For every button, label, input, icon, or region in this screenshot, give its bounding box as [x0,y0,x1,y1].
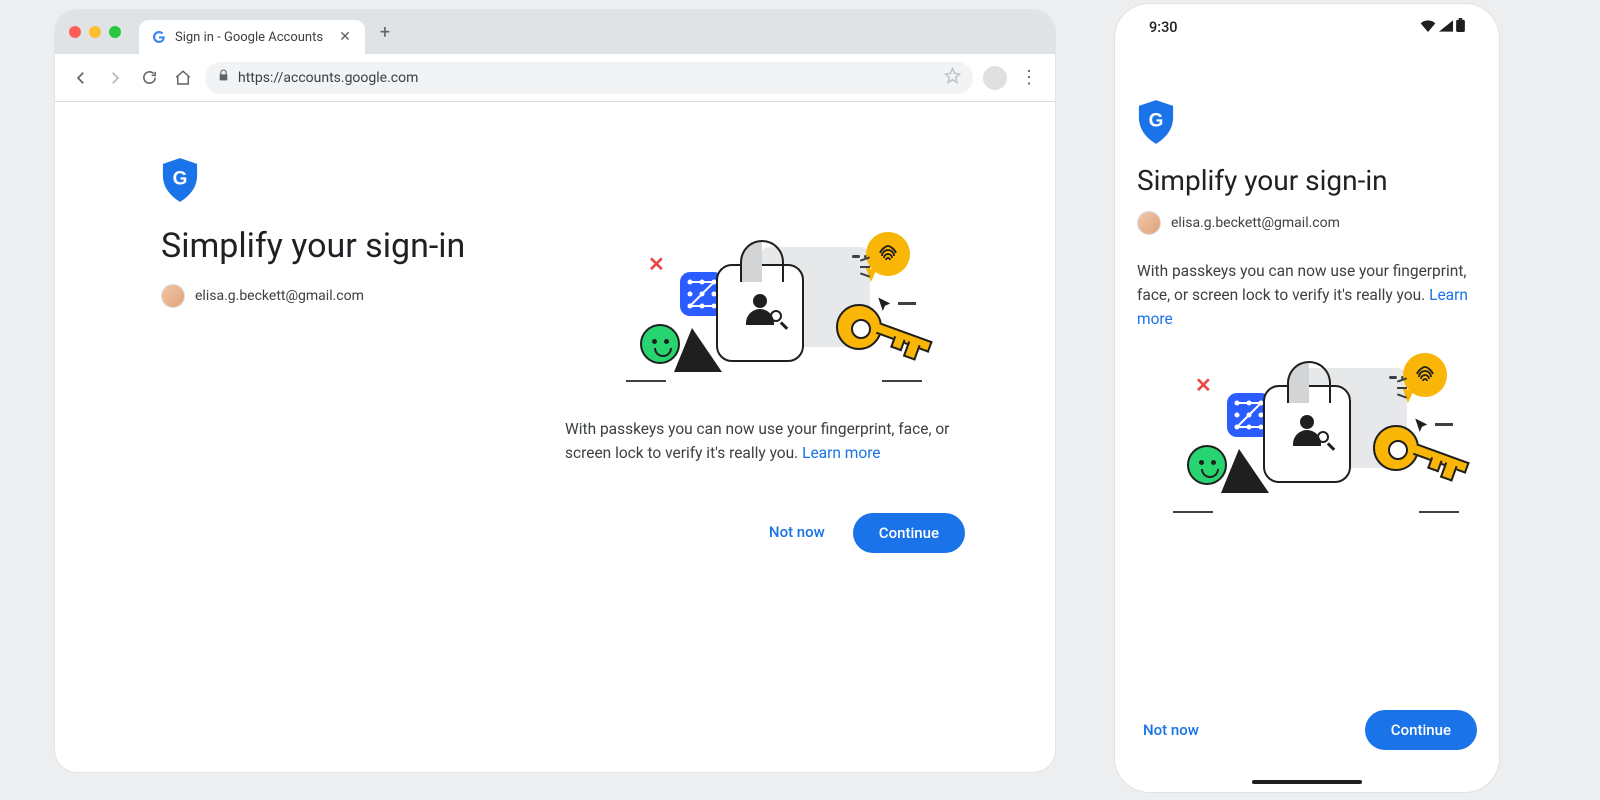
phone-frame: 9:30 G Simplify your sign-in elisa.g.bec… [1115,4,1499,792]
description-text: With passkeys you can now use your finge… [1137,259,1477,331]
google-favicon-icon [151,29,167,45]
browser-tab[interactable]: Sign in - Google Accounts ✕ [139,20,365,54]
user-avatar-icon [161,284,185,308]
continue-button[interactable]: Continue [1365,710,1477,750]
padlock-icon [1263,385,1351,483]
wifi-icon [1420,19,1436,36]
cursor-icon [1413,417,1431,439]
face-id-icon [640,324,680,364]
not-now-button[interactable]: Not now [763,513,831,553]
maximize-window-icon[interactable] [109,26,121,38]
account-email: elisa.g.beckett@gmail.com [195,288,364,304]
continue-button[interactable]: Continue [853,513,965,553]
svg-text:G: G [173,169,188,190]
passkey-illustration: ✕ [1167,363,1447,523]
right-column: ✕ [565,242,985,553]
status-bar: 9:30 [1137,4,1477,50]
profile-avatar-icon[interactable] [983,66,1007,90]
action-row: Not now Continue [1137,710,1477,750]
home-button[interactable] [171,66,195,90]
not-now-button[interactable]: Not now [1137,711,1205,749]
battery-icon [1456,18,1465,36]
new-tab-button[interactable]: + [373,20,397,44]
reload-button[interactable] [137,66,161,90]
back-button[interactable] [69,66,93,90]
browser-window: Sign in - Google Accounts ✕ + ht [55,10,1055,772]
cursor-icon [876,296,894,318]
url-text: https://accounts.google.com [238,70,936,86]
lock-icon [217,69,230,86]
address-bar[interactable]: https://accounts.google.com [205,62,973,94]
fingerprint-icon [1403,353,1447,397]
minimize-window-icon[interactable] [89,26,101,38]
forward-button[interactable] [103,66,127,90]
x-mark-icon: ✕ [648,252,665,276]
padlock-icon [716,264,804,362]
x-mark-icon: ✕ [1195,373,1212,397]
browser-menu-icon[interactable]: ⋮ [1017,66,1041,90]
user-avatar-icon [1137,211,1161,235]
status-time: 9:30 [1149,19,1178,36]
cellular-icon [1439,19,1453,36]
tab-title: Sign in - Google Accounts [175,30,329,45]
account-email: elisa.g.beckett@gmail.com [1171,215,1340,231]
action-row: Not now Continue [565,513,985,553]
face-id-icon [1187,445,1227,485]
page-headline: Simplify your sign-in [1137,164,1477,197]
learn-more-link[interactable]: Learn more [802,444,880,462]
description-text: With passkeys you can now use your finge… [565,417,965,465]
page-content: G Simplify your sign-in elisa.g.beckett@… [55,102,1055,772]
close-tab-icon[interactable]: ✕ [337,29,353,45]
window-controls [69,26,121,38]
account-chip[interactable]: elisa.g.beckett@gmail.com [1137,211,1477,235]
svg-text:G: G [1149,111,1164,132]
fingerprint-icon [866,232,910,276]
gesture-nav-bar[interactable] [1252,780,1362,784]
bookmark-star-icon[interactable] [944,67,961,88]
google-shield-icon: G [1137,100,1175,144]
passkey-illustration: ✕ [620,242,910,392]
close-window-icon[interactable] [69,26,81,38]
tab-strip: Sign in - Google Accounts ✕ + [55,10,1055,54]
google-shield-icon: G [161,158,199,202]
browser-toolbar: https://accounts.google.com ⋮ [55,54,1055,102]
